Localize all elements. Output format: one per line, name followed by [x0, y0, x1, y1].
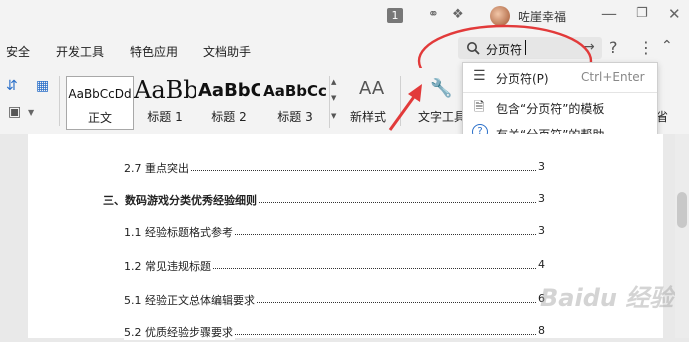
style-heading-2-sample: AaBbC [198, 80, 260, 101]
toc-entry-text: 2.7 重点突出 [124, 160, 191, 176]
style-normal[interactable]: AaBbCcDd 正文 [66, 76, 134, 130]
dropdown-item-page-break[interactable]: ☰ 分页符(P) Ctrl+Enter [463, 64, 657, 90]
dropdown-item-page-break-label: 分页符(P) [496, 72, 549, 86]
shirt-icon[interactable]: ❖ [452, 7, 464, 22]
style-heading-2[interactable]: AaBbC 标题 2 [198, 76, 260, 128]
toc-entry-page: 3 [538, 224, 545, 237]
toc-entry-page: 4 [538, 258, 545, 271]
chevron-down-icon[interactable]: ▼ [28, 108, 34, 117]
table-icon[interactable]: ▦ [36, 78, 49, 94]
toc-entry-page: 3 [538, 192, 545, 205]
toc-entry-text: 1.2 常见违规标题 [124, 258, 213, 274]
scroll-up-icon[interactable]: ▲ [331, 78, 336, 86]
collapse-ribbon-icon[interactable]: ⌃ [661, 38, 673, 54]
styles-scroll[interactable]: ▲ ▼ ▼ [329, 76, 341, 128]
toc-entry-page: 8 [538, 324, 545, 337]
style-heading-1-label: 标题 1 [147, 110, 183, 124]
toc-entry-text: 1.1 经验标题格式参考 [124, 224, 235, 240]
style-heading-2-label: 标题 2 [211, 110, 247, 124]
menu-item-security[interactable]: 安全 [6, 43, 30, 60]
vertical-scrollbar[interactable] [675, 134, 689, 338]
menu-item-developer-tools[interactable]: 开发工具 [56, 43, 104, 60]
restore-icon[interactable]: ❐ [636, 6, 648, 21]
annotation-arrow [388, 84, 422, 131]
style-normal-sample: AaBbCcDd [68, 87, 132, 101]
more-icon[interactable]: ⋮ [638, 38, 654, 57]
border-icon[interactable]: ▣ [8, 104, 21, 120]
help-icon[interactable]: ? [609, 38, 618, 57]
toc-entry-text: 三、数码游戏分类优秀经验细则 [103, 192, 259, 208]
dropdown-item-templates-label: 包含“分页符”的模板 [496, 102, 605, 116]
skin-icon[interactable]: ⚭ [428, 7, 439, 22]
style-heading-3[interactable]: AaBbCc 标题 3 [262, 76, 328, 128]
style-heading-3-label: 标题 3 [277, 110, 313, 124]
sort-icon[interactable]: ⇵ [6, 78, 18, 94]
style-normal-label: 正文 [87, 111, 112, 125]
tab-count-badge[interactable]: 1 [387, 8, 403, 23]
scroll-down-icon[interactable]: ▼ [331, 94, 336, 102]
new-style-icon[interactable]: A​A [359, 78, 384, 99]
toc-entry[interactable]: 1.1 经验标题格式参考 3 [28, 222, 663, 242]
separator [59, 76, 60, 126]
style-heading-1[interactable]: AaBb 标题 1 [134, 76, 196, 128]
menu-item-special-apps[interactable]: 特色应用 [130, 43, 178, 60]
expand-icon[interactable]: ▼ [331, 112, 336, 120]
new-style-label[interactable]: 新样式 [350, 108, 386, 125]
toc-entry-page: 3 [538, 160, 545, 173]
menu-item-doc-assistant[interactable]: 文档助手 [203, 43, 251, 60]
toc-entry[interactable]: 2.7 重点突出 3 [28, 158, 663, 178]
document-icon: 🗎 [474, 100, 485, 115]
wrench-icon[interactable]: 🔧 [430, 78, 452, 99]
style-heading-3-sample: AaBbCc [263, 82, 327, 100]
toc-entry-text: 5.1 经验正文总体编辑要求 [124, 292, 257, 308]
page-break-icon: ☰ [473, 68, 486, 84]
toc-entry[interactable]: 三、数码游戏分类优秀经验细则 3 [28, 190, 663, 210]
dropdown-item-page-break-shortcut: Ctrl+Enter [581, 70, 645, 84]
watermark: Baidu 经验 [540, 284, 674, 312]
toc-entry[interactable]: 1.2 常见违规标题 4 [28, 256, 663, 276]
minimize-icon[interactable]: — [601, 4, 617, 23]
toc-entry[interactable]: 5.2 优质经验步骤要求 8 [28, 322, 663, 342]
dropdown-item-templates[interactable]: 🗎 包含“分页符”的模板 [463, 94, 657, 120]
scrollbar-thumb[interactable] [677, 192, 687, 228]
dropdown-divider [463, 92, 657, 93]
close-icon[interactable]: ✕ [668, 5, 681, 23]
style-heading-1-sample: AaBb [134, 76, 196, 104]
